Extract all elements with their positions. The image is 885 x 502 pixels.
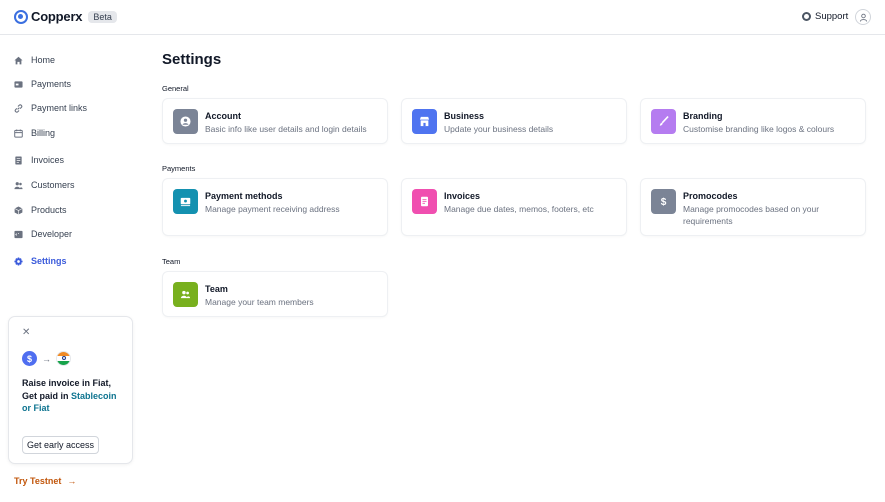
settings-card-team[interactable]: Team Manage your team members: [162, 271, 388, 317]
card-description: Customise branding like logos & colours: [683, 124, 835, 134]
code-icon: [14, 230, 23, 239]
sidebar-item-label: Products: [31, 205, 67, 215]
user-icon: [859, 13, 867, 22]
card-description: Manage promocodes based on your requirem…: [683, 204, 820, 226]
promo-line-2: Get paid in: [22, 390, 72, 401]
card-title: Team: [205, 284, 228, 294]
get-early-access-button[interactable]: Get early access: [22, 436, 100, 454]
sidebar: Home Payments Payment links Billing Invo…: [0, 35, 145, 502]
sidebar-item-payments[interactable]: Payments: [14, 77, 71, 91]
user-menu-button[interactable]: [855, 9, 871, 25]
payment-methods-icon-tile: [173, 189, 198, 214]
billing-icon: [14, 128, 23, 138]
sidebar-item-products[interactable]: Products: [14, 203, 67, 217]
dollar-coin-icon: $: [22, 351, 37, 366]
store-icon: [419, 116, 430, 127]
svg-text:$: $: [661, 197, 667, 207]
settings-card-account[interactable]: Account Basic info like user details and…: [162, 98, 388, 144]
app-logo[interactable]: Copperx Beta: [14, 9, 117, 24]
sidebar-item-billing[interactable]: Billing: [14, 126, 55, 140]
section-label-general: General: [162, 84, 189, 93]
settings-card-payment-methods[interactable]: Payment methods Manage payment receiving…: [162, 178, 388, 236]
settings-card-branding[interactable]: Branding Customise branding like logos &…: [640, 98, 866, 144]
card-description: Update your business details: [444, 124, 554, 134]
settings-card-business[interactable]: Business Update your business details: [401, 98, 627, 144]
branding-icon-tile: [651, 109, 676, 134]
card-title: Branding: [683, 111, 723, 121]
sidebar-item-payment-links[interactable]: Payment links: [14, 101, 87, 115]
try-testnet-label: Try Testnet: [14, 476, 62, 486]
sidebar-item-label: Invoices: [31, 155, 65, 165]
sidebar-item-invoices[interactable]: Invoices: [14, 153, 64, 167]
copperx-logo-icon: [14, 9, 28, 24]
card-title: Account: [205, 111, 241, 121]
account-icon-tile: [173, 109, 198, 134]
gear-icon: [14, 256, 23, 266]
top-bar: Copperx Beta Support: [0, 0, 885, 35]
invoices-icon-tile: [412, 189, 437, 214]
team-icon-tile: [173, 282, 198, 307]
try-testnet-link[interactable]: Try Testnet →: [14, 476, 76, 486]
sidebar-item-label: Customers: [31, 180, 75, 190]
document-icon: [421, 196, 428, 207]
beta-badge: Beta: [88, 10, 117, 23]
india-flag-icon: [56, 351, 71, 366]
arrow-right-icon: →: [67, 476, 77, 486]
card-description: Manage payment receiving address: [205, 204, 340, 214]
sidebar-item-settings[interactable]: Settings: [14, 254, 67, 268]
team-icon: [180, 290, 191, 299]
sidebar-item-label: Developer: [31, 229, 73, 239]
close-icon[interactable]: ✕: [22, 328, 30, 338]
support-link[interactable]: Support: [802, 11, 848, 22]
card-description: Basic info like user details and login d…: [205, 124, 367, 134]
brush-icon: [659, 116, 669, 126]
business-icon-tile: [412, 109, 437, 134]
settings-card-invoices[interactable]: Invoices Manage due dates, memos, footer…: [401, 178, 627, 236]
support-icon: [802, 12, 811, 21]
support-label: Support: [815, 11, 849, 22]
promocodes-icon-tile: $: [651, 189, 676, 214]
sidebar-item-customers[interactable]: Customers: [14, 178, 75, 192]
card-title: Invoices: [444, 191, 481, 201]
promo-line-1: Raise invoice in Fiat,: [22, 378, 112, 388]
promo-icons: $ →: [22, 351, 71, 366]
sidebar-item-developer[interactable]: Developer: [14, 227, 72, 241]
promo-text: Raise invoice in Fiat, Get paid in Stabl…: [22, 377, 127, 415]
sidebar-item-label: Home: [31, 55, 56, 65]
arrow-right-icon: →: [42, 353, 51, 364]
invoice-icon: [14, 155, 23, 165]
section-label-payments: Payments: [162, 164, 196, 173]
sidebar-item-label: Payment links: [31, 103, 88, 113]
settings-card-promocodes[interactable]: $ Promocodes Manage promocodes based on …: [640, 178, 866, 236]
card-title: Promocodes: [683, 191, 738, 201]
link-icon: [14, 103, 23, 113]
sidebar-item-label: Payments: [31, 79, 72, 89]
payments-icon: [14, 80, 23, 89]
home-icon: [14, 56, 23, 65]
sidebar-item-home[interactable]: Home: [14, 53, 55, 67]
card-title: Business: [444, 111, 485, 121]
box-icon: [14, 205, 23, 215]
card-description: Manage your team members: [205, 297, 314, 307]
card-title: Payment methods: [205, 191, 283, 201]
user-circle-icon: [180, 116, 191, 127]
fiat-invoice-promo-card: ✕ $ → Raise invoice in Fiat, Get paid in…: [8, 316, 133, 464]
sidebar-item-label: Settings: [31, 256, 67, 266]
sidebar-item-label: Billing: [31, 128, 56, 138]
customers-icon: [14, 181, 23, 190]
page-title: Settings: [162, 51, 222, 68]
app-name: Copperx: [31, 9, 83, 24]
section-label-team: Team: [162, 257, 181, 266]
payment-method-icon: [180, 197, 191, 207]
dollar-icon: $: [661, 197, 667, 207]
card-description: Manage due dates, memos, footers, etc: [444, 204, 594, 214]
